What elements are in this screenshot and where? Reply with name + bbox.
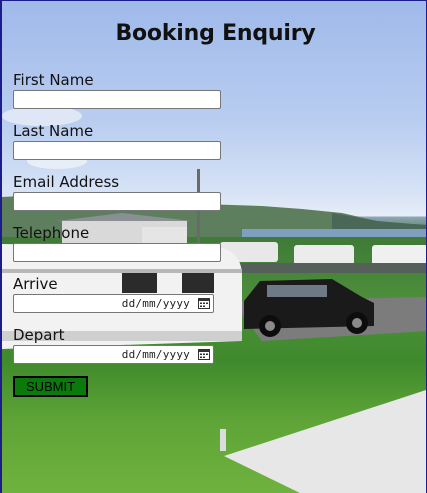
submit-button[interactable]: SUBMIT (13, 376, 88, 397)
page-title: Booking Enquiry (115, 21, 316, 46)
arrive-label: Arrive (13, 275, 58, 293)
last-name-field[interactable] (13, 141, 221, 160)
depart-date-placeholder: dd/mm/yyyy (121, 348, 190, 361)
depart-date-field[interactable]: dd/mm/yyyy (13, 345, 214, 364)
calendar-icon[interactable] (198, 297, 210, 309)
depart-label: Depart (13, 326, 65, 344)
telephone-label: Telephone (13, 224, 90, 242)
arrive-date-placeholder: dd/mm/yyyy (121, 297, 190, 310)
telephone-field[interactable] (13, 243, 221, 262)
email-field[interactable] (13, 192, 221, 211)
calendar-icon[interactable] (198, 348, 210, 360)
first-name-label: First Name (13, 71, 94, 89)
first-name-field[interactable] (13, 90, 221, 109)
last-name-label: Last Name (13, 122, 94, 140)
page-frame: Booking Enquiry First Name Last Name Ema… (0, 0, 427, 493)
arrive-date-field[interactable]: dd/mm/yyyy (13, 294, 214, 313)
email-label: Email Address (13, 173, 120, 191)
